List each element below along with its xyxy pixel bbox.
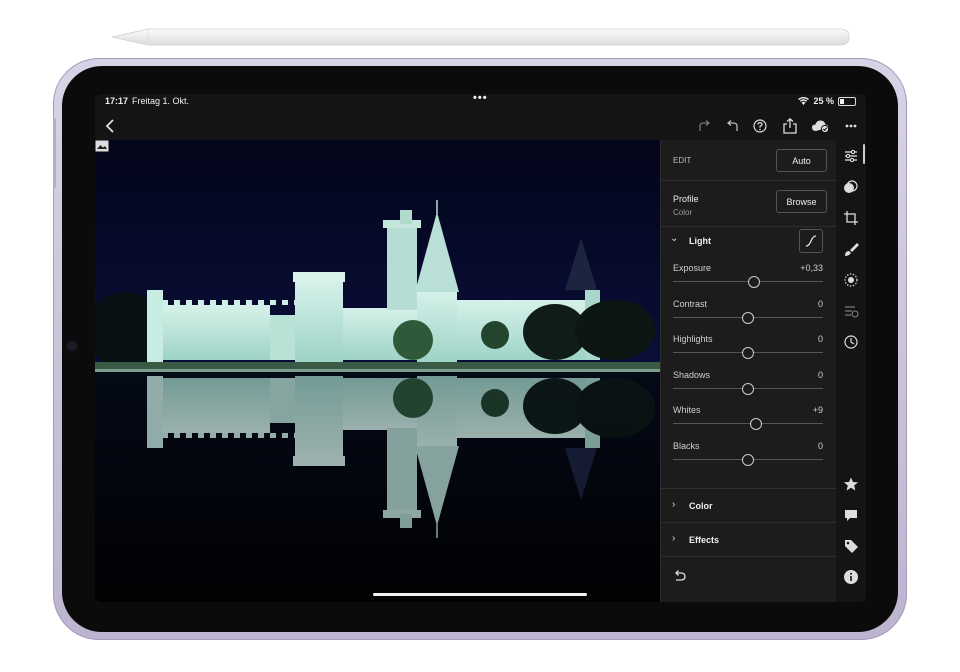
chevron-right-icon: › <box>672 533 676 544</box>
slider-blacks[interactable]: Blacks 0 <box>673 441 823 475</box>
chevron-down-icon[interactable]: ⌄ <box>670 233 678 244</box>
slider-exposure[interactable]: Exposure +0,33 <box>673 263 823 297</box>
tag-icon[interactable] <box>843 538 859 554</box>
tone-curve-icon <box>805 235 817 247</box>
color-title[interactable]: Color <box>689 501 713 511</box>
tone-curve-button[interactable] <box>799 229 823 253</box>
home-indicator[interactable] <box>373 593 587 596</box>
slider-track[interactable] <box>673 423 823 424</box>
photo-canvas[interactable] <box>95 140 660 602</box>
sidebar-scroll-indicator[interactable] <box>863 144 865 164</box>
slider-label: Contrast <box>673 298 708 309</box>
edit-sliders-icon[interactable] <box>843 148 859 164</box>
share-icon[interactable] <box>782 118 798 134</box>
color-section[interactable]: › Color <box>661 488 837 523</box>
info-icon[interactable] <box>843 569 859 585</box>
healing-brush-icon[interactable] <box>843 241 859 257</box>
volume-button <box>53 118 56 188</box>
slider-value: +0,33 <box>800 263 823 273</box>
redo-icon[interactable] <box>696 118 712 134</box>
battery-icon <box>838 96 856 106</box>
light-title[interactable]: Light <box>689 236 711 246</box>
browse-button[interactable]: Browse <box>776 190 827 213</box>
top-toolbar <box>95 112 866 140</box>
help-icon[interactable] <box>752 118 768 134</box>
slider-shadows[interactable]: Shadows 0 <box>673 370 823 404</box>
undo-icon[interactable] <box>725 118 741 134</box>
slider-value: 0 <box>817 369 823 380</box>
tool-sidebar <box>836 140 866 602</box>
versions-icon[interactable] <box>843 303 859 319</box>
status-right: 25 % <box>798 96 856 106</box>
reset-icon[interactable] <box>673 568 689 582</box>
profile-label: Profile <box>673 194 699 204</box>
slider-label: Highlights <box>673 334 713 344</box>
presets-icon[interactable] <box>843 179 859 195</box>
profile-value: Color <box>673 208 693 217</box>
crop-icon[interactable] <box>843 210 859 226</box>
castle-photo <box>95 140 660 602</box>
chevron-left-icon[interactable] <box>103 118 117 134</box>
edit-panel: EDIT Auto Profile Color Browse ⌄ Light E… <box>660 140 837 602</box>
edit-header: EDIT Auto <box>661 140 837 181</box>
history-icon[interactable] <box>843 334 859 350</box>
star-icon[interactable] <box>843 476 859 492</box>
front-camera <box>67 341 77 351</box>
slider-label: Shadows <box>673 369 711 380</box>
comment-icon[interactable] <box>843 507 859 523</box>
more-icon[interactable] <box>844 118 858 134</box>
effects-section[interactable]: › Effects <box>661 522 837 557</box>
slider-highlights[interactable]: Highlights 0 <box>673 334 823 368</box>
profile-section: Profile Color Browse <box>661 180 837 227</box>
light-section: ⌄ Light Exposure +0,33 Contrast 0 Highlights… <box>661 226 837 489</box>
slider-knob[interactable] <box>749 418 762 430</box>
slider-knob[interactable] <box>742 382 754 395</box>
multitasking-dots[interactable]: ••• <box>473 94 488 104</box>
screen: 17:17 Freitag 1. Okt. ••• 25 % EDIT Auto… <box>95 94 866 602</box>
effects-title[interactable]: Effects <box>689 535 719 545</box>
status-date: Freitag 1. Okt. <box>132 96 190 106</box>
slider-knob[interactable] <box>742 347 754 359</box>
image-info-icon[interactable] <box>95 140 109 152</box>
battery-percent: 25 % <box>813 96 834 106</box>
wifi-icon <box>798 97 810 105</box>
masking-icon[interactable] <box>843 272 859 288</box>
slider-whites[interactable]: Whites +9 <box>673 405 823 439</box>
slider-label: Blacks <box>673 440 700 451</box>
slider-label: Whites <box>673 405 701 415</box>
slider-knob[interactable] <box>742 311 754 324</box>
cloud-sync-icon[interactable] <box>811 118 831 134</box>
chevron-right-icon: › <box>672 499 676 510</box>
slider-knob[interactable] <box>748 276 760 288</box>
slider-value: +9 <box>812 405 823 415</box>
slider-value: 0 <box>817 334 823 344</box>
apple-pencil <box>112 28 850 46</box>
slider-label: Exposure <box>673 263 712 273</box>
edit-label: EDIT <box>673 156 692 165</box>
slider-value: 0 <box>817 298 823 309</box>
slider-knob[interactable] <box>742 453 754 466</box>
slider-contrast[interactable]: Contrast 0 <box>673 299 823 333</box>
status-time: 17:17 <box>105 96 129 106</box>
auto-button[interactable]: Auto <box>776 149 827 172</box>
slider-value: 0 <box>817 440 823 451</box>
